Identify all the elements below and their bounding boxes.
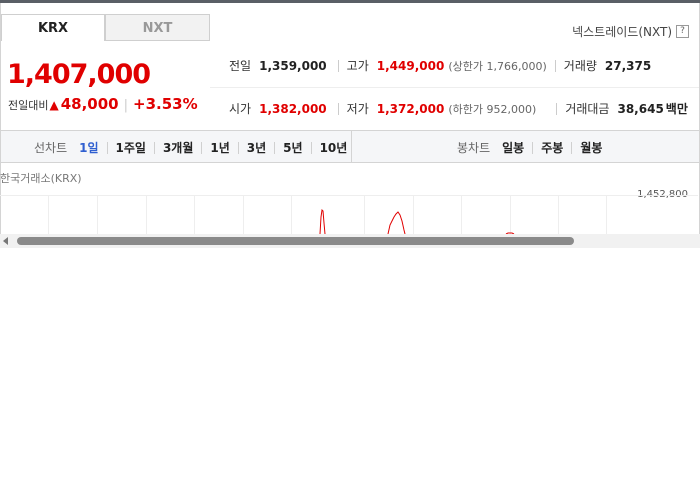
price-line [387, 211, 406, 234]
line-chart-options: 선차트 1일 1주일 3개월 1년 3년 5년 10년 [34, 139, 355, 156]
chart-grid [0, 195, 698, 234]
prev-close-label: 전일 [229, 59, 252, 73]
period-1y[interactable]: 1년 [201, 141, 237, 154]
stats-divider [210, 87, 699, 88]
exchange-label: 한국거래소(KRX) [0, 172, 82, 185]
period-1d[interactable]: 1일 [79, 142, 106, 154]
period-5y[interactable]: 5년 [274, 141, 310, 154]
scroll-thumb[interactable] [17, 237, 574, 245]
divider [337, 59, 339, 72]
divider [337, 102, 339, 115]
chart-scrollbar[interactable] [0, 234, 700, 248]
low-label: 저가 [346, 102, 369, 116]
scroll-left-icon[interactable] [3, 237, 8, 245]
upper-limit-label: 상한가 [452, 59, 484, 73]
high-value: 1,449,000 [376, 58, 445, 73]
lower-limit: (하한가 952,000) [448, 102, 537, 116]
stats-row-2: 시가 1,382,000 저가 1,372,000 (하한가 952,000) … [229, 100, 688, 117]
amount-unit: 백만 [665, 102, 688, 116]
nextrade-label[interactable]: 넥스트레이드(NXT) [572, 23, 672, 40]
candle-monthly[interactable]: 월봉 [571, 141, 610, 154]
divider [556, 102, 558, 115]
change-separator: | [123, 98, 128, 113]
chart-toolbar: 선차트 1일 1주일 3개월 1년 3년 5년 10년 봉차트 일봉 주봉 월봉 [1, 130, 699, 163]
candle-weekly[interactable]: 주봉 [532, 141, 571, 154]
amount-value: 38,645 [617, 101, 664, 116]
period-3y[interactable]: 3년 [237, 141, 274, 154]
period-3m[interactable]: 3개월 [153, 141, 201, 154]
lower-limit-label: 하한가 [452, 102, 484, 116]
tab-krx[interactable]: KRX [1, 14, 105, 41]
stats-row-1: 전일 1,359,000 고가 1,449,000 (상한가 1,766,000… [229, 57, 651, 74]
period-10y[interactable]: 10년 [310, 141, 356, 154]
current-price: 1,407,000 [7, 59, 151, 90]
change-percent: +3.53% [133, 95, 198, 113]
intraday-chart [0, 195, 698, 234]
low-value: 1,372,000 [376, 101, 445, 116]
upper-limit-value: 1,766,000 [486, 59, 543, 73]
price-line [319, 208, 326, 234]
prev-close-value: 1,359,000 [259, 58, 327, 73]
open-label: 시가 [229, 102, 252, 116]
upper-limit: (상한가 1,766,000) [448, 59, 547, 73]
volume-value: 27,375 [604, 58, 652, 73]
line-chart-label: 선차트 [34, 141, 68, 155]
up-arrow-icon: ▲ [49, 98, 59, 112]
period-1w[interactable]: 1주일 [106, 141, 154, 154]
amount-label: 거래대금 [565, 102, 610, 116]
help-icon[interactable]: ? [676, 25, 689, 38]
lower-limit-value: 952,000 [486, 102, 533, 116]
tab-nxt[interactable]: NXT [105, 14, 210, 41]
candle-chart-options: 봉차트 일봉 주봉 월봉 [457, 139, 610, 156]
candle-chart-label: 봉차트 [457, 141, 491, 155]
change-label: 전일대비 [8, 99, 49, 112]
high-label: 고가 [346, 59, 369, 73]
divider [554, 59, 556, 72]
open-value: 1,382,000 [259, 101, 327, 116]
change-value: 48,000 [60, 95, 119, 113]
nextrade-link[interactable]: 넥스트레이드(NXT) ? [572, 23, 689, 40]
candle-daily[interactable]: 일봉 [502, 142, 532, 154]
volume-label: 거래량 [563, 59, 597, 73]
price-change: 전일대비 ▲ 48,000 | +3.53% [8, 95, 198, 113]
